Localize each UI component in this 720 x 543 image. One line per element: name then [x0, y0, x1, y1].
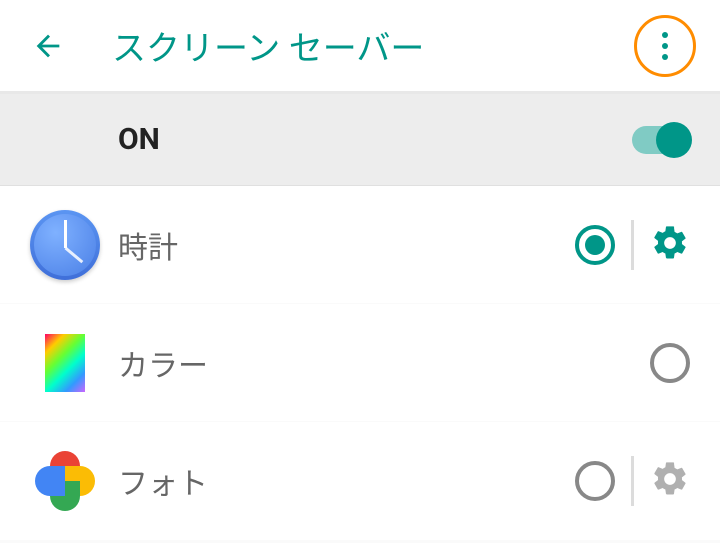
master-switch-label: ON: [118, 122, 632, 157]
list-item-clock[interactable]: 時計: [0, 186, 720, 304]
list-item-colors[interactable]: カラー: [0, 304, 720, 422]
settings-button-clock[interactable]: [650, 223, 690, 267]
divider-icon: [631, 220, 634, 270]
settings-button-photos[interactable]: [650, 459, 690, 503]
divider-icon: [631, 456, 634, 506]
list-item-label: フォト: [118, 459, 575, 503]
overflow-menu-button[interactable]: [634, 15, 696, 77]
more-vert-icon: [662, 32, 668, 60]
radio-clock[interactable]: [575, 225, 615, 265]
list-item-photos[interactable]: フォト: [0, 422, 720, 540]
gear-icon: [650, 223, 690, 263]
screensaver-list: 時計 カラー フォト: [0, 186, 720, 540]
colors-icon: [30, 328, 100, 398]
radio-colors[interactable]: [650, 343, 690, 383]
radio-photos[interactable]: [575, 461, 615, 501]
list-item-label: カラー: [118, 341, 650, 385]
app-bar: スクリーン セーバー: [0, 0, 720, 94]
gear-icon: [650, 459, 690, 499]
master-switch-toggle[interactable]: [632, 126, 690, 154]
master-switch-row[interactable]: ON: [0, 94, 720, 186]
arrow-left-icon: [31, 29, 65, 63]
photos-icon: [30, 446, 100, 516]
list-item-label: 時計: [118, 223, 575, 267]
page-title: スクリーン セーバー: [112, 21, 634, 70]
switch-thumb-icon: [656, 122, 692, 158]
clock-icon: [30, 210, 100, 280]
back-button[interactable]: [24, 22, 72, 70]
